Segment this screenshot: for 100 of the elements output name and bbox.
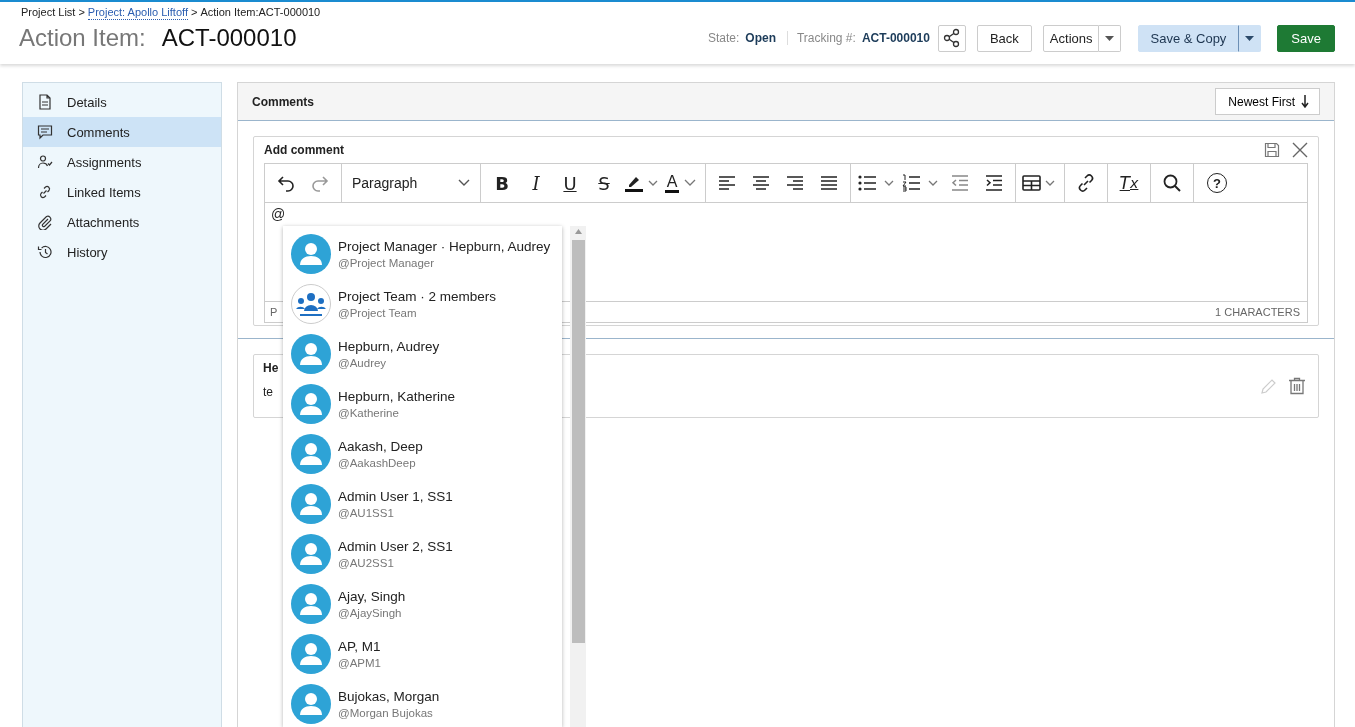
mention-handle: @AakashDeep xyxy=(338,457,417,469)
element-path: P xyxy=(270,306,278,318)
editor-text: @ xyxy=(271,206,286,222)
mention-name: Admin User 2, SS1 xyxy=(338,539,453,554)
search-icon xyxy=(1162,173,1182,193)
mention-option[interactable]: Aakash, Deep @AakashDeep xyxy=(283,429,562,479)
indent-icon xyxy=(985,175,1003,191)
sidebar-item[interactable]: Assignments xyxy=(23,147,221,177)
link-icon xyxy=(1076,173,1096,193)
link-icon xyxy=(37,184,53,200)
mention-name: AP, M1 xyxy=(338,639,381,654)
mention-option[interactable]: Admin User 1, SS1 @AU1SS1 xyxy=(283,479,562,529)
character-count: 1 CHARACTERS xyxy=(1215,306,1300,318)
caret-icon xyxy=(1105,35,1115,41)
group-avatar-icon xyxy=(291,284,331,324)
mention-name: Hepburn, Audrey xyxy=(338,339,440,354)
scrollbar-thumb[interactable] xyxy=(571,240,585,643)
close-icon[interactable] xyxy=(1292,142,1308,158)
page-title-value: ACT-000010 xyxy=(161,24,297,52)
italic-button[interactable]: I xyxy=(519,167,553,199)
chevron-down-icon xyxy=(683,179,698,187)
outdent-icon xyxy=(951,175,969,191)
down-arrow-icon xyxy=(1301,95,1309,108)
mention-name: Bujokas, Morgan xyxy=(338,689,440,704)
sidebar-item[interactable]: History xyxy=(23,237,221,267)
mention-option[interactable]: Admin User 2, SS1 @AU2SS1 xyxy=(283,529,562,579)
state-label: State: xyxy=(707,31,740,45)
share-button[interactable] xyxy=(937,24,966,52)
sidebar-item[interactable]: Details xyxy=(23,87,221,117)
mention-option[interactable]: Hepburn, Audrey @Audrey xyxy=(283,329,562,379)
mention-handle: @Katherine xyxy=(338,407,400,419)
mention-name: Project Manager · Hepburn, Audrey xyxy=(338,239,551,254)
sidebar-item[interactable]: Attachments xyxy=(23,207,221,237)
save-copy-button[interactable]: Save & Copy xyxy=(1138,24,1239,52)
block-format-dropdown[interactable]: Paragraph xyxy=(346,167,476,199)
undo-icon xyxy=(276,173,296,193)
user-avatar-icon xyxy=(291,534,331,574)
tracking-value: ACT-000010 xyxy=(861,31,930,45)
comment-text: te xyxy=(263,385,274,399)
save-icon[interactable] xyxy=(1264,142,1280,158)
mention-handle: @Project Manager xyxy=(338,257,436,269)
comment-icon xyxy=(37,124,53,140)
mention-option[interactable]: Project Manager · Hepburn, Audrey @Project Manager xyxy=(283,229,562,279)
align-right-icon xyxy=(786,175,804,191)
mention-handle: @AjaySingh xyxy=(338,607,403,619)
share-icon xyxy=(942,28,961,48)
user-avatar-icon xyxy=(291,484,331,524)
state-value: Open xyxy=(745,31,776,45)
mention-option[interactable]: Bujokas, Morgan @Morgan Bujokas xyxy=(283,679,562,727)
actions-button[interactable]: Actions xyxy=(1042,24,1100,52)
breadcrumb-link[interactable]: Project: Apollo Liftoff xyxy=(87,6,188,20)
mention-name: Ajay, Singh xyxy=(338,589,406,604)
editor-title: Add comment xyxy=(264,143,344,157)
underline-button[interactable]: U xyxy=(553,167,587,199)
strikethrough-button[interactable]: S xyxy=(587,167,621,199)
back-button[interactable]: Back xyxy=(976,24,1032,52)
mention-handle: @Audrey xyxy=(338,357,388,369)
comment-author: He xyxy=(263,361,279,375)
sidebar-item[interactable]: Comments xyxy=(23,117,221,147)
user-avatar-icon xyxy=(291,234,331,274)
justify-icon xyxy=(820,175,838,191)
delete-icon[interactable] xyxy=(1288,377,1306,395)
user-avatar-icon xyxy=(291,634,331,674)
mention-handle: @AU2SS1 xyxy=(338,557,395,569)
mention-handle: @APM1 xyxy=(338,657,381,669)
redo-icon xyxy=(310,173,330,193)
mention-option[interactable]: Ajay, Singh @AjaySingh xyxy=(283,579,562,629)
save-button[interactable]: Save xyxy=(1277,24,1335,52)
user-avatar-icon xyxy=(291,684,331,724)
chevron-down-icon xyxy=(458,179,470,187)
mention-handle: @Project Team xyxy=(338,307,418,319)
mention-handle: @Morgan Bujokas xyxy=(338,707,434,719)
actions-dropdown-button[interactable] xyxy=(1099,24,1122,52)
mention-name: Aakash, Deep xyxy=(338,439,423,454)
caret-icon xyxy=(1245,35,1255,41)
user-avatar-icon xyxy=(291,434,331,474)
text-color-button[interactable]: A xyxy=(661,167,701,199)
bold-button[interactable]: B xyxy=(485,167,519,199)
scrollbar[interactable] xyxy=(570,226,586,727)
user-avatar-icon xyxy=(291,334,331,374)
section-title: Comments xyxy=(252,94,314,109)
align-left-icon xyxy=(718,175,736,191)
breadcrumb-item: Project List xyxy=(21,6,76,20)
mention-option[interactable]: AP, M1 @APM1 xyxy=(283,629,562,679)
breadcrumb-separator: > xyxy=(190,6,198,20)
mention-name: Project Team · 2 members xyxy=(338,289,497,304)
sort-button[interactable]: Newest First xyxy=(1215,88,1320,115)
user-avatar-icon xyxy=(291,584,331,624)
sidebar-item[interactable]: Linked Items xyxy=(23,177,221,207)
paperclip-icon xyxy=(37,214,53,230)
mention-option[interactable]: Hepburn, Katherine @Katherine xyxy=(283,379,562,429)
save-copy-dropdown-button[interactable] xyxy=(1238,24,1262,52)
user-avatar-icon xyxy=(291,384,331,424)
tracking-label: Tracking #: xyxy=(796,31,856,45)
mention-name: Admin User 1, SS1 xyxy=(338,489,453,504)
mention-name: Hepburn, Katherine xyxy=(338,389,456,404)
page-title-label: Action Item: xyxy=(19,24,146,52)
history-icon xyxy=(37,244,53,260)
breadcrumb-separator: > xyxy=(78,6,85,20)
breadcrumb-item: Action Item:ACT-000010 xyxy=(200,6,321,20)
